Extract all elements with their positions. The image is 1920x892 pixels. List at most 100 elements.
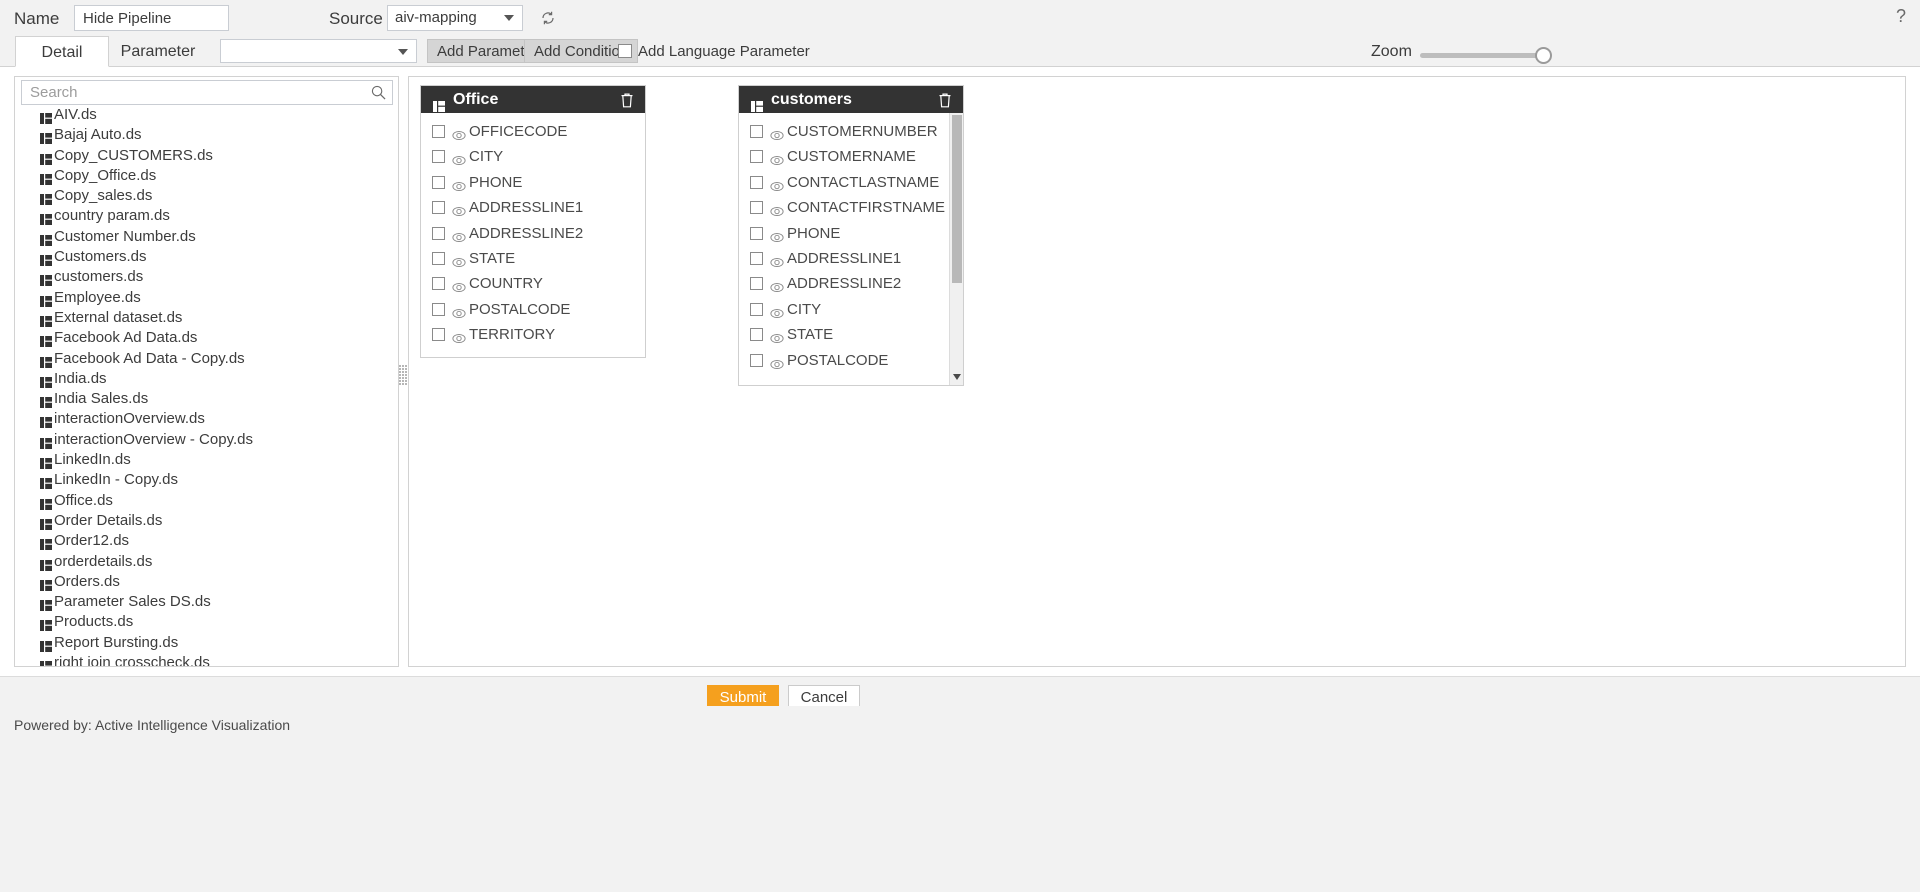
table-card-header[interactable]: customers bbox=[739, 86, 963, 113]
field-checkbox[interactable] bbox=[750, 150, 763, 164]
field-checkbox[interactable] bbox=[750, 277, 763, 291]
eye-icon[interactable] bbox=[770, 252, 784, 267]
dataset-item[interactable]: India Sales.ds bbox=[15, 389, 398, 409]
field-row[interactable]: CONTACTFIRSTNAME bbox=[739, 195, 963, 220]
dataset-list[interactable]: AIV.ds Bajaj Auto.ds Copy_CUSTOMERS.ds Copy… bbox=[15, 105, 398, 666]
field-checkbox[interactable] bbox=[432, 277, 445, 291]
dataset-item[interactable]: Customers.ds bbox=[15, 247, 398, 267]
dataset-item[interactable]: Bajaj Auto.ds bbox=[15, 125, 398, 145]
eye-icon[interactable] bbox=[452, 150, 466, 166]
field-checkbox[interactable] bbox=[432, 125, 445, 138]
add-language-parameter-checkbox[interactable] bbox=[618, 44, 632, 58]
dataset-item[interactable]: Copy_CUSTOMERS.ds bbox=[15, 146, 398, 166]
field-row[interactable]: CONTACTLASTNAME bbox=[739, 170, 963, 195]
dataset-item[interactable]: Report Bursting.ds bbox=[15, 633, 398, 653]
table-card-header[interactable]: Office bbox=[421, 86, 645, 113]
card-scrollbar[interactable] bbox=[949, 113, 963, 385]
field-row[interactable]: CITY bbox=[421, 144, 645, 169]
eye-icon[interactable] bbox=[452, 252, 466, 267]
field-row[interactable]: ADDRESSLINE1 bbox=[739, 246, 963, 271]
field-row[interactable]: POSTALCODE bbox=[421, 297, 645, 322]
dataset-item[interactable]: Customer Number.ds bbox=[15, 227, 398, 247]
eye-icon[interactable] bbox=[770, 303, 784, 318]
eye-icon[interactable] bbox=[452, 303, 466, 318]
trash-icon[interactable] bbox=[937, 91, 953, 108]
scroll-down-arrow-icon[interactable] bbox=[953, 374, 961, 380]
eye-icon[interactable] bbox=[770, 150, 784, 166]
eye-icon[interactable] bbox=[452, 227, 466, 242]
field-row[interactable]: CITY bbox=[739, 297, 963, 322]
dataset-item[interactable]: Employee.ds bbox=[15, 288, 398, 308]
field-checkbox[interactable] bbox=[750, 175, 763, 189]
mapping-canvas[interactable]: Office OFFICECODE CITY PHONE ADDRESSLINE1 ADD… bbox=[408, 76, 1906, 667]
field-row[interactable]: ADDRESSLINE2 bbox=[421, 221, 645, 246]
field-checkbox[interactable] bbox=[432, 175, 445, 189]
field-row[interactable]: STATE bbox=[421, 246, 645, 271]
dataset-item[interactable]: Order12.ds bbox=[15, 531, 398, 551]
field-checkbox[interactable] bbox=[432, 201, 445, 215]
dataset-item[interactable]: Office.ds bbox=[15, 491, 398, 511]
search-icon[interactable] bbox=[371, 85, 386, 100]
eye-icon[interactable] bbox=[770, 201, 784, 217]
field-row[interactable]: POSTALCODE bbox=[739, 348, 963, 373]
dataset-item[interactable]: India.ds bbox=[15, 369, 398, 389]
table-card[interactable]: customers CUSTOMERNUMBER CUSTOMERNAME CONTA… bbox=[738, 85, 964, 386]
dataset-item[interactable]: Products.ds bbox=[15, 612, 398, 632]
parameter-dropdown[interactable] bbox=[220, 39, 417, 63]
field-row[interactable]: TERRITORY bbox=[421, 322, 645, 347]
eye-icon[interactable] bbox=[770, 328, 784, 344]
field-checkbox[interactable] bbox=[750, 353, 763, 367]
dataset-item[interactable]: Orders.ds bbox=[15, 572, 398, 592]
field-checkbox[interactable] bbox=[432, 328, 445, 342]
dataset-item[interactable]: Facebook Ad Data.ds bbox=[15, 328, 398, 348]
tab-detail[interactable]: Detail bbox=[15, 36, 109, 67]
dataset-item[interactable]: LinkedIn.ds bbox=[15, 450, 398, 470]
eye-icon[interactable] bbox=[770, 125, 784, 141]
dataset-item[interactable]: interactionOverview - Copy.ds bbox=[15, 430, 398, 450]
field-row[interactable]: STATE bbox=[739, 322, 963, 347]
eye-icon[interactable] bbox=[452, 125, 466, 141]
dataset-item[interactable]: customers.ds bbox=[15, 267, 398, 287]
field-row[interactable]: PHONE bbox=[739, 221, 963, 246]
dataset-item[interactable]: LinkedIn - Copy.ds bbox=[15, 470, 398, 490]
source-dropdown[interactable]: aiv-mapping bbox=[387, 5, 523, 31]
eye-icon[interactable] bbox=[452, 201, 466, 217]
field-checkbox[interactable] bbox=[750, 201, 763, 215]
eye-icon[interactable] bbox=[770, 176, 784, 191]
help-icon[interactable]: ? bbox=[1896, 6, 1906, 27]
field-row[interactable]: ADDRESSLINE1 bbox=[421, 195, 645, 220]
field-row[interactable]: COUNTRY bbox=[421, 271, 645, 296]
refresh-icon[interactable] bbox=[540, 10, 556, 26]
field-row[interactable]: PHONE bbox=[421, 170, 645, 195]
field-row[interactable]: CUSTOMERNUMBER bbox=[739, 119, 963, 144]
field-checkbox[interactable] bbox=[750, 125, 763, 138]
zoom-slider-track[interactable] bbox=[1420, 53, 1544, 58]
eye-icon[interactable] bbox=[452, 176, 466, 191]
field-checkbox[interactable] bbox=[750, 328, 763, 342]
zoom-slider-thumb[interactable] bbox=[1535, 47, 1552, 64]
dataset-item[interactable]: Copy_Office.ds bbox=[15, 166, 398, 186]
search-input[interactable] bbox=[22, 81, 362, 104]
tab-parameter[interactable]: Parameter bbox=[111, 36, 205, 67]
field-checkbox[interactable] bbox=[432, 226, 445, 240]
dataset-item[interactable]: Parameter Sales DS.ds bbox=[15, 592, 398, 612]
dataset-item[interactable]: Order Details.ds bbox=[15, 511, 398, 531]
dataset-item[interactable]: Facebook Ad Data - Copy.ds bbox=[15, 349, 398, 369]
field-checkbox[interactable] bbox=[750, 251, 763, 265]
dataset-item[interactable]: country param.ds bbox=[15, 206, 398, 226]
trash-icon[interactable] bbox=[619, 91, 635, 108]
dataset-item[interactable]: Copy_sales.ds bbox=[15, 186, 398, 206]
dataset-item[interactable]: AIV.ds bbox=[15, 105, 398, 125]
field-checkbox[interactable] bbox=[750, 226, 763, 240]
eye-icon[interactable] bbox=[770, 277, 784, 293]
table-card[interactable]: Office OFFICECODE CITY PHONE ADDRESSLINE1 ADD… bbox=[420, 85, 646, 358]
eye-icon[interactable] bbox=[452, 277, 466, 293]
field-row[interactable]: CUSTOMERNAME bbox=[739, 144, 963, 169]
field-checkbox[interactable] bbox=[432, 302, 445, 316]
dataset-item[interactable]: orderdetails.ds bbox=[15, 552, 398, 572]
field-row[interactable]: ADDRESSLINE2 bbox=[739, 271, 963, 296]
field-checkbox[interactable] bbox=[750, 302, 763, 316]
dataset-item[interactable]: interactionOverview.ds bbox=[15, 409, 398, 429]
dataset-item[interactable]: External dataset.ds bbox=[15, 308, 398, 328]
eye-icon[interactable] bbox=[452, 328, 466, 344]
